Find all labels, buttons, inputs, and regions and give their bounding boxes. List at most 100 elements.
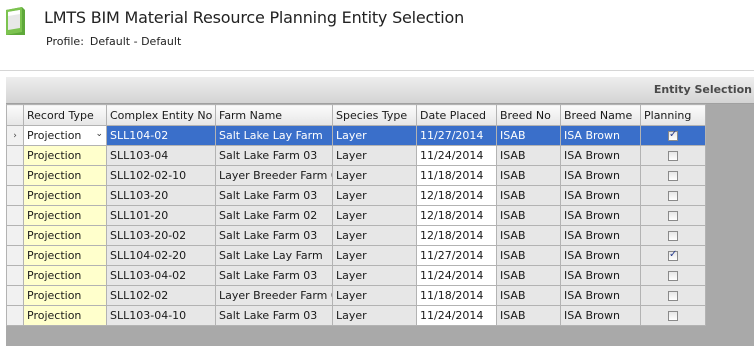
complex-entity-no-cell[interactable]: SLL103-04-02 [106, 265, 216, 286]
breed-name-cell[interactable]: ISA Brown [560, 305, 641, 326]
planning-checkbox[interactable] [668, 151, 678, 161]
date-placed-cell[interactable]: 11/24/2014 [416, 305, 497, 326]
row-selector[interactable] [6, 305, 24, 326]
breed-name-cell[interactable]: ISA Brown [560, 165, 641, 186]
table-row[interactable]: Projection SLL102-02 Layer Breeder Farm 01… [6, 285, 706, 306]
record-type-cell[interactable]: Projection [23, 305, 107, 326]
row-selector[interactable] [6, 265, 24, 286]
record-type-cell[interactable]: Projection [23, 185, 107, 206]
farm-name-cell[interactable]: Layer Breeder Farm 01 [215, 285, 333, 306]
record-type-cell[interactable]: Projection [23, 225, 107, 246]
table-row[interactable]: Projection SLL103-04-02 Salt Lake Farm 03 L… [6, 265, 706, 286]
farm-name-cell[interactable]: Salt Lake Farm 03 [215, 305, 333, 326]
breed-no-cell[interactable]: ISAB [496, 265, 561, 286]
species-type-cell[interactable]: Layer [332, 265, 417, 286]
planning-checkbox[interactable] [668, 291, 678, 301]
complex-entity-no-cell[interactable]: SLL103-20 [106, 185, 216, 206]
column-header-complex-entity-no[interactable]: Complex Entity No [106, 104, 216, 126]
row-selector[interactable] [6, 185, 24, 206]
column-header-date-placed[interactable]: Date Placed [416, 104, 497, 126]
farm-name-cell[interactable]: Layer Breeder Farm 01 [215, 165, 333, 186]
record-type-cell[interactable]: Projection [23, 285, 107, 306]
row-selector[interactable]: › [6, 125, 24, 146]
date-placed-cell[interactable]: 11/24/2014 [416, 265, 497, 286]
row-selector[interactable] [6, 245, 24, 266]
column-header-record-type[interactable]: Record Type [23, 104, 107, 126]
record-type-cell[interactable]: Projection [23, 205, 107, 226]
table-row[interactable]: Projection SLL103-04-10 Salt Lake Farm 03 L… [6, 305, 706, 326]
date-placed-cell[interactable]: 11/27/2014 [416, 125, 497, 146]
complex-entity-no-cell[interactable]: SLL103-20-02 [106, 225, 216, 246]
table-row[interactable]: Projection SLL102-02-10 Layer Breeder Farm… [6, 165, 706, 186]
species-type-cell[interactable]: Layer [332, 205, 417, 226]
record-type-cell[interactable]: Projection [23, 145, 107, 166]
complex-entity-no-cell[interactable]: SLL102-02 [106, 285, 216, 306]
species-type-cell[interactable]: Layer [332, 125, 417, 146]
date-placed-cell[interactable]: 11/24/2014 [416, 145, 497, 166]
breed-no-cell[interactable]: ISAB [496, 125, 561, 146]
farm-name-cell[interactable]: Salt Lake Farm 03 [215, 265, 333, 286]
species-type-cell[interactable]: Layer [332, 225, 417, 246]
planning-checkbox[interactable] [668, 311, 678, 321]
column-header-breed-name[interactable]: Breed Name [560, 104, 641, 126]
row-selector[interactable] [6, 205, 24, 226]
complex-entity-no-cell[interactable]: SLL103-04-10 [106, 305, 216, 326]
row-selector[interactable] [6, 225, 24, 246]
breed-no-cell[interactable]: ISAB [496, 145, 561, 166]
breed-no-cell[interactable]: ISAB [496, 285, 561, 306]
column-header-farm-name[interactable]: Farm Name [215, 104, 333, 126]
species-type-cell[interactable]: Layer [332, 305, 417, 326]
farm-name-cell[interactable]: Salt Lake Lay Farm [215, 125, 333, 146]
farm-name-cell[interactable]: Salt Lake Farm 03 [215, 145, 333, 166]
planning-checkbox[interactable] [668, 129, 678, 141]
species-type-cell[interactable]: Layer [332, 145, 417, 166]
planning-checkbox[interactable] [668, 211, 678, 221]
breed-name-cell[interactable]: ISA Brown [560, 225, 641, 246]
farm-name-cell[interactable]: Salt Lake Farm 03 [215, 225, 333, 246]
breed-name-cell[interactable]: ISA Brown [560, 285, 641, 306]
date-placed-cell[interactable]: 11/27/2014 [416, 245, 497, 266]
breed-name-cell[interactable]: ISA Brown [560, 245, 641, 266]
date-placed-cell[interactable]: 11/18/2014 [416, 165, 497, 186]
farm-name-cell[interactable]: Salt Lake Farm 02 [215, 205, 333, 226]
breed-name-cell[interactable]: ISA Brown [560, 205, 641, 226]
planning-checkbox[interactable] [668, 191, 678, 201]
table-row[interactable]: › Projection ⌄ SLL104-02 Salt Lake Lay Farm L… [6, 125, 706, 146]
breed-name-cell[interactable]: ISA Brown [560, 265, 641, 286]
date-placed-cell[interactable]: 12/18/2014 [416, 205, 497, 226]
planning-checkbox[interactable] [668, 271, 678, 281]
planning-checkbox[interactable] [668, 171, 678, 181]
species-type-cell[interactable]: Layer [332, 185, 417, 206]
planning-checkbox[interactable] [668, 231, 678, 241]
breed-no-cell[interactable]: ISAB [496, 245, 561, 266]
record-type-cell[interactable]: Projection [23, 165, 107, 186]
record-type-cell[interactable]: Projection ⌄ [23, 125, 107, 146]
breed-name-cell[interactable]: ISA Brown [560, 185, 641, 206]
record-type-cell[interactable]: Projection [23, 265, 107, 286]
planning-checkbox[interactable] [668, 249, 678, 261]
date-placed-cell[interactable]: 12/18/2014 [416, 185, 497, 206]
row-selector[interactable] [6, 145, 24, 166]
column-header-breed-no[interactable]: Breed No [496, 104, 561, 126]
species-type-cell[interactable]: Layer [332, 285, 417, 306]
row-selector[interactable] [6, 165, 24, 186]
table-row[interactable]: Projection SLL103-04 Salt Lake Farm 03 Laye… [6, 145, 706, 166]
date-placed-cell[interactable]: 12/18/2014 [416, 225, 497, 246]
complex-entity-no-cell[interactable]: SLL104-02 [106, 125, 216, 146]
species-type-cell[interactable]: Layer [332, 245, 417, 266]
complex-entity-no-cell[interactable]: SLL103-04 [106, 145, 216, 166]
species-type-cell[interactable]: Layer [332, 165, 417, 186]
breed-no-cell[interactable]: ISAB [496, 205, 561, 226]
column-header-species-type[interactable]: Species Type [332, 104, 417, 126]
table-row[interactable]: Projection SLL103-20-02 Salt Lake Farm 03 L… [6, 225, 706, 246]
breed-name-cell[interactable]: ISA Brown [560, 145, 641, 166]
complex-entity-no-cell[interactable]: SLL104-02-20 [106, 245, 216, 266]
column-header-planning[interactable]: Planning [640, 104, 706, 126]
complex-entity-no-cell[interactable]: SLL102-02-10 [106, 165, 216, 186]
table-row[interactable]: Projection SLL101-20 Salt Lake Farm 02 Laye… [6, 205, 706, 226]
breed-no-cell[interactable]: ISAB [496, 185, 561, 206]
date-placed-cell[interactable]: 11/18/2014 [416, 285, 497, 306]
row-selector[interactable] [6, 285, 24, 306]
table-row[interactable]: Projection SLL104-02-20 Salt Lake Lay Farm… [6, 245, 706, 266]
breed-no-cell[interactable]: ISAB [496, 305, 561, 326]
